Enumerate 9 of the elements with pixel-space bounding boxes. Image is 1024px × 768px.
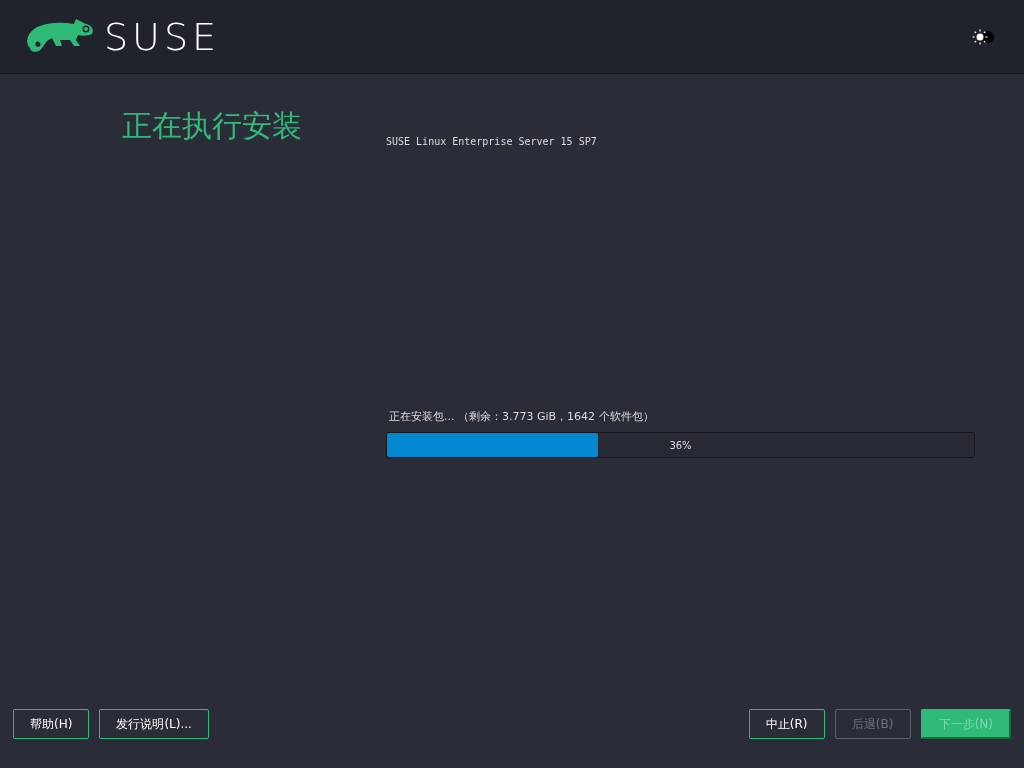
footer-button[interactable]: 中止(R): [748, 709, 825, 739]
logo-text: SUSE: [104, 14, 221, 59]
progress-label: 正在安装包... （剩余：3.773 GiB，1642 个软件包）: [388, 409, 655, 424]
product-name: SUSE Linux Enterprise Server 15 SP7: [386, 136, 598, 147]
page-title: 正在执行安装: [121, 107, 303, 145]
footer-button[interactable]: 发行说明(L)...: [99, 709, 209, 739]
footer-button[interactable]: 帮助(H): [13, 709, 90, 739]
progress-percent: 36%: [669, 439, 692, 451]
theme-toggle-icon[interactable]: [972, 28, 996, 45]
